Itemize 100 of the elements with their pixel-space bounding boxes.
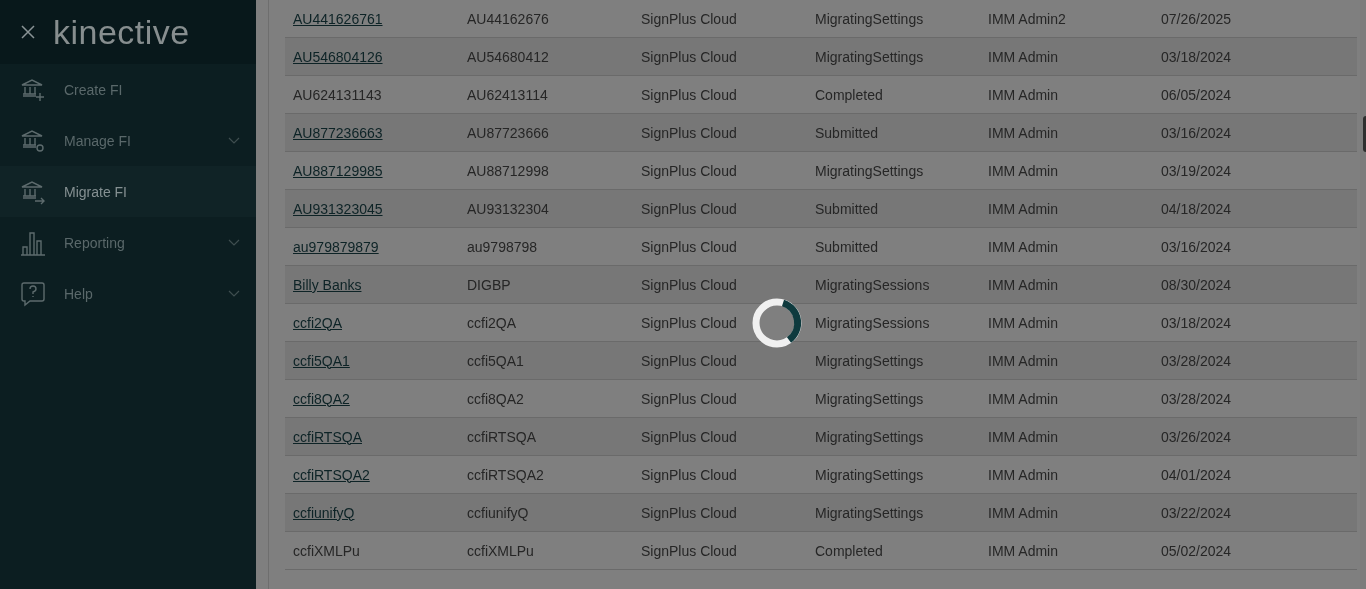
row-link[interactable]: AU887129985	[293, 162, 467, 179]
table-cell-text: ccfiXMLPu	[467, 542, 535, 559]
table-cell-text: ccfi8QA2	[467, 390, 525, 407]
help-icon	[20, 280, 46, 307]
table-cell-text: MigratingSettings	[815, 48, 925, 65]
table-cell-text: SignPlus Cloud	[641, 466, 738, 483]
table-cell-text: 03/16/2024	[1161, 238, 1233, 255]
row-link[interactable]: Billy Banks	[293, 276, 467, 293]
table-cell-text: SignPlus Cloud	[641, 238, 738, 255]
table-cell-text: ccfiunifyQ	[467, 504, 530, 521]
table-cell-text: 06/05/2024	[1161, 86, 1233, 103]
table-cell-text: AU87723666	[467, 124, 550, 141]
logo: kinective	[53, 12, 190, 52]
row-link[interactable]: ccfi5QA1	[293, 352, 467, 369]
table-cell-text: SignPlus Cloud	[641, 504, 738, 521]
table-cell-text: 03/19/2024	[1161, 162, 1233, 179]
table-cell-text: 03/18/2024	[1161, 314, 1233, 331]
table-cell-text: Submitted	[815, 200, 880, 217]
table-cell-text: 05/02/2024	[1161, 542, 1233, 559]
table-cell-text: SignPlus Cloud	[641, 352, 738, 369]
table-cell-text: AU44162676	[467, 10, 550, 27]
table-cell-text: MigratingSettings	[815, 162, 925, 179]
bar-chart-icon	[20, 229, 46, 256]
table-cell-text: IMM Admin	[988, 466, 1059, 483]
table-cell-text: AU93132304	[467, 200, 550, 217]
table-cell-text: IMM Admin	[988, 276, 1059, 293]
table-cell-text: MigratingSettings	[815, 390, 925, 407]
table-cell-text: ccfi2QA	[467, 314, 517, 331]
table-cell-text: IMM Admin	[988, 428, 1059, 445]
table-cell-text: Submitted	[815, 124, 880, 141]
table-cell-text: MigratingSettings	[815, 428, 925, 445]
table-cell-text: ccfiXMLPu	[293, 542, 361, 559]
table-cell-text: IMM Admin	[988, 352, 1059, 369]
table-cell-text: IMM Admin	[988, 238, 1059, 255]
table-cell-text: SignPlus Cloud	[641, 276, 738, 293]
table-cell-text: ccfiRTSQA2	[467, 466, 545, 483]
table-cell-text: IMM Admin	[988, 86, 1059, 103]
table-cell-text: MigratingSettings	[815, 466, 925, 483]
table-cell-text: 08/30/2024	[1161, 276, 1233, 293]
table-cell-text: Completed	[815, 86, 884, 103]
table-cell-text: ccfiRTSQA	[467, 428, 537, 445]
row-link[interactable]: ccfiRTSQA2	[293, 466, 467, 483]
row-link[interactable]: ccfiRTSQA	[293, 428, 467, 445]
table-cell-text: 04/01/2024	[1161, 466, 1233, 483]
row-link[interactable]: AU931323045	[293, 200, 467, 217]
table-cell-text: MigratingSettings	[815, 10, 925, 27]
close-icon	[21, 25, 35, 39]
row-link[interactable]: ccfiunifyQ	[293, 504, 467, 521]
table-cell-text: IMM Admin2	[988, 10, 1067, 27]
table-cell-text: SignPlus Cloud	[641, 48, 738, 65]
nav-item[interactable]: Create FI	[0, 64, 256, 115]
table-cell-text: 03/16/2024	[1161, 124, 1233, 141]
nav-item[interactable]: Help	[0, 268, 256, 319]
table-cell-text: IMM Admin	[988, 48, 1059, 65]
row-link[interactable]: ccfi2QA	[293, 314, 467, 331]
row-link[interactable]: AU877236663	[293, 124, 467, 141]
table-cell-text: MigratingSessions	[815, 314, 931, 331]
table-cell-text: AU624131143	[293, 86, 383, 103]
table-cell-text: IMM Admin	[988, 542, 1059, 559]
table-cell-text: SignPlus Cloud	[641, 542, 738, 559]
table-cell-text: SignPlus Cloud	[641, 10, 738, 27]
row-link[interactable]: au979879879	[293, 238, 467, 255]
table-cell-text: Completed	[815, 542, 884, 559]
row-link[interactable]: AU546804126	[293, 48, 467, 65]
table-cell-text: IMM Admin	[988, 390, 1059, 407]
nav-item[interactable]: Reporting	[0, 217, 256, 268]
table-cell-text: AU88712998	[467, 162, 550, 179]
table-cell-text: 03/28/2024	[1161, 390, 1233, 407]
table-cell-text: 03/28/2024	[1161, 352, 1233, 369]
table-cell-text: MigratingSettings	[815, 504, 925, 521]
table-cell-text: SignPlus Cloud	[641, 428, 738, 445]
table-cell-text: SignPlus Cloud	[641, 390, 738, 407]
table-cell-text: IMM Admin	[988, 200, 1059, 217]
table-cell-text: 07/26/2025	[1161, 10, 1233, 27]
table-cell-text: IMM Admin	[988, 314, 1059, 331]
table-cell-text: 03/22/2024	[1161, 504, 1233, 521]
nav-item[interactable]: Migrate FI	[0, 166, 256, 217]
table-cell-text: MigratingSettings	[815, 352, 925, 369]
table-cell-text: SignPlus Cloud	[641, 86, 738, 103]
table-cell-text: SignPlus Cloud	[641, 124, 738, 141]
table-cell-text: MigratingSessions	[815, 276, 931, 293]
table-cell-text: DIGBP	[467, 276, 512, 293]
bank-arrow-icon	[20, 178, 46, 205]
table-cell-text: IMM Admin	[988, 162, 1059, 179]
table-cell-text: 03/18/2024	[1161, 48, 1233, 65]
table-cell-text: 04/18/2024	[1161, 200, 1233, 217]
row-link[interactable]: AU441626761	[293, 10, 467, 27]
table-cell-text: ccfi5QA1	[467, 352, 525, 369]
table-cell-text: SignPlus Cloud	[641, 314, 738, 331]
row-link[interactable]: ccfi8QA2	[293, 390, 467, 407]
bank-plus-icon	[20, 76, 46, 103]
nav-item[interactable]: Manage FI	[0, 115, 256, 166]
table-cell-text: SignPlus Cloud	[641, 200, 738, 217]
table-cell-text: SignPlus Cloud	[641, 162, 738, 179]
table-cell-text: AU54680412	[467, 48, 550, 65]
table-cell-text: AU62413114	[467, 86, 549, 103]
table-cell-text: 03/26/2024	[1161, 428, 1233, 445]
table-cell-text: au9798798	[467, 238, 539, 255]
table-cell-text: IMM Admin	[988, 504, 1059, 521]
close-button[interactable]	[21, 25, 35, 39]
